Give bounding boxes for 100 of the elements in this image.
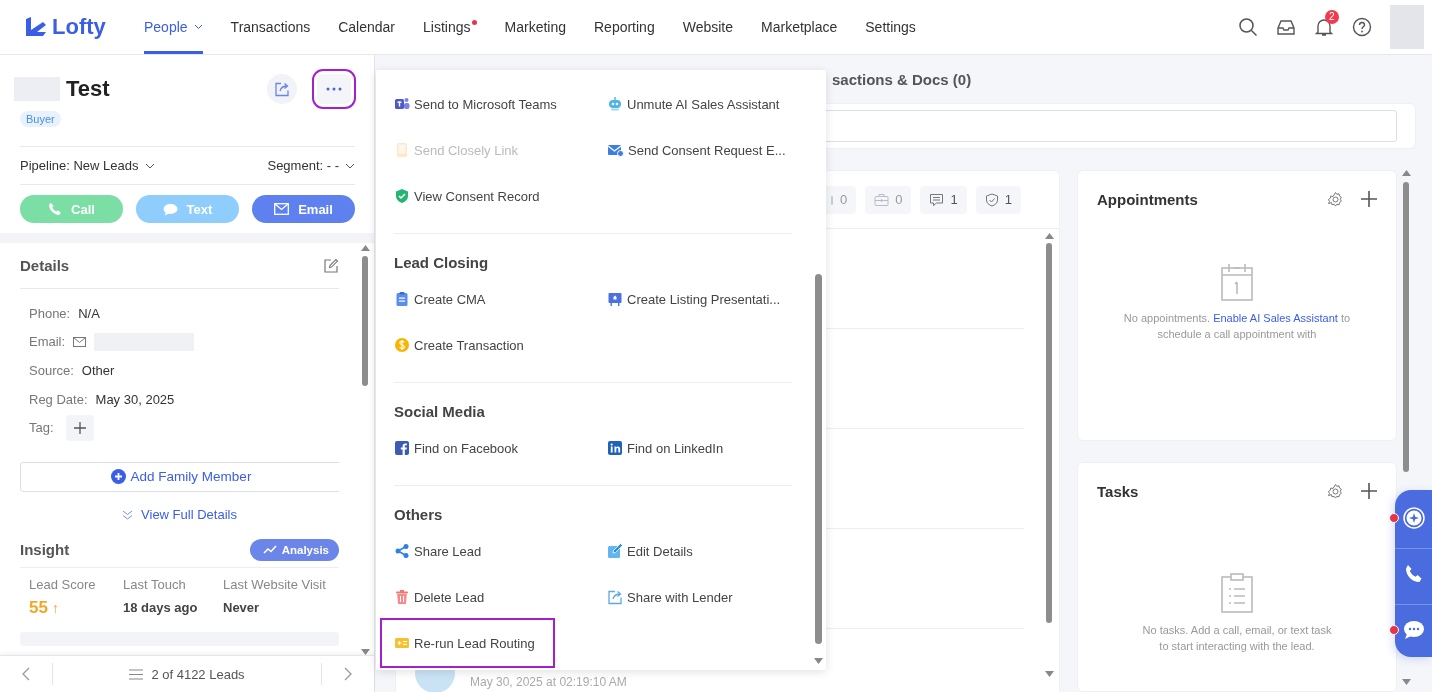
stat-label: Last Touch bbox=[123, 576, 187, 592]
add-tag-button[interactable] bbox=[65, 414, 94, 441]
shield-icon bbox=[984, 192, 999, 207]
scrollbar[interactable] bbox=[359, 243, 371, 655]
trend-icon bbox=[262, 545, 277, 555]
inbox-icon[interactable] bbox=[1276, 17, 1296, 37]
lead-score: 55 bbox=[29, 597, 48, 618]
scroll-down-icon bbox=[1044, 671, 1054, 677]
counter-chip[interactable]: 1 bbox=[920, 185, 967, 214]
field-value: N/A bbox=[78, 305, 100, 321]
scroll-up-icon bbox=[1401, 170, 1411, 176]
scrollbar[interactable] bbox=[1400, 170, 1412, 685]
menu-item[interactable]: Re-run Lead Routing bbox=[382, 620, 553, 666]
nav-tab[interactable]: Marketplace bbox=[761, 0, 838, 54]
menu-item[interactable]: Create Transaction bbox=[382, 322, 542, 368]
dollar-coin-icon bbox=[394, 337, 410, 353]
plus-circle-icon bbox=[110, 469, 126, 485]
section-title: Details bbox=[20, 257, 70, 274]
pipeline-dropdown[interactable]: Pipeline: New Leads bbox=[20, 158, 155, 173]
nav-tab[interactable]: Reporting bbox=[594, 0, 655, 54]
help-icon[interactable] bbox=[1352, 17, 1372, 37]
counter-chip[interactable]: 1 bbox=[975, 185, 1021, 214]
linkedin-icon bbox=[607, 440, 623, 456]
settings-icon[interactable] bbox=[1327, 482, 1344, 500]
share-button[interactable] bbox=[267, 73, 297, 104]
easel-icon bbox=[607, 291, 623, 307]
list-icon bbox=[129, 668, 144, 680]
shield-check-icon bbox=[394, 188, 410, 204]
chat-bubble-icon bbox=[162, 202, 178, 216]
enable-assistant-link[interactable]: Enable AI Sales Assistant bbox=[1213, 312, 1338, 324]
section-title: sactions & Docs (0) bbox=[832, 70, 972, 88]
nav-tab[interactable]: Website bbox=[682, 0, 733, 54]
menu-item[interactable]: Edit Details bbox=[595, 528, 711, 574]
double-chevron-icon bbox=[122, 509, 134, 520]
trash-icon bbox=[394, 589, 410, 605]
menu-item[interactable]: Send Consent Request E... bbox=[595, 127, 804, 173]
scroll-down-icon bbox=[813, 658, 823, 664]
stat-value: Never bbox=[223, 600, 260, 616]
add-family-member-button[interactable]: Add Family Member bbox=[20, 461, 339, 492]
clipboard-icon bbox=[1221, 573, 1253, 613]
chat-bubble-icon[interactable] bbox=[1402, 619, 1425, 640]
email-button[interactable]: Email bbox=[252, 195, 355, 223]
menu-section-title: Social Media bbox=[394, 401, 486, 422]
scroll-up-icon bbox=[360, 245, 370, 251]
plus-icon[interactable] bbox=[1361, 483, 1377, 499]
field-label: Reg Date: bbox=[29, 391, 88, 407]
caret-icon bbox=[144, 162, 155, 169]
section-title: Insight bbox=[20, 541, 70, 559]
field-value: May 30, 2025 bbox=[95, 391, 175, 407]
menu-item[interactable]: Create Listing Presentati... bbox=[595, 276, 799, 322]
calendar-icon bbox=[1221, 263, 1253, 301]
export-icon bbox=[607, 589, 623, 605]
menu-item[interactable]: Delete Lead bbox=[382, 574, 503, 620]
nav-tab[interactable]: Listings bbox=[423, 0, 477, 54]
phone-icon[interactable] bbox=[1403, 563, 1424, 584]
stat-label: Last Website Visit bbox=[223, 576, 326, 592]
edit-icon bbox=[607, 543, 623, 559]
menu-item[interactable]: Find on Facebook bbox=[382, 425, 537, 471]
share-icon bbox=[394, 543, 410, 559]
caret-icon bbox=[193, 24, 203, 30]
menu-item[interactable]: Share with Lender bbox=[595, 574, 751, 620]
field-value: Other bbox=[81, 363, 115, 378]
segment-dropdown[interactable]: Segment: - - bbox=[267, 158, 355, 173]
menu-item[interactable]: View Consent Record bbox=[382, 173, 558, 219]
chevron-right-icon bbox=[344, 667, 352, 681]
facebook-icon bbox=[394, 440, 410, 456]
nav-tab[interactable]: Transactions bbox=[230, 0, 311, 54]
export-icon bbox=[274, 80, 290, 97]
nav-tab[interactable]: Calendar bbox=[338, 0, 396, 54]
new-dot bbox=[471, 20, 477, 25]
menu-item[interactable]: Share Lead bbox=[382, 528, 500, 574]
field-label: Tag: bbox=[29, 420, 54, 436]
nav-tab[interactable]: Marketing bbox=[504, 0, 566, 54]
empty-state-text: No appointments. Enable AI Sales Assistant to schedule a call appointment with bbox=[1122, 311, 1352, 342]
settings-icon[interactable] bbox=[1327, 190, 1344, 208]
caret-icon bbox=[345, 162, 355, 169]
scroll-down-icon bbox=[1401, 679, 1411, 685]
menu-item[interactable]: Send to Microsoft Teams bbox=[382, 81, 575, 127]
tablet-icon bbox=[394, 142, 410, 158]
view-full-details-link[interactable]: View Full Details bbox=[20, 502, 339, 527]
search-icon[interactable] bbox=[1238, 17, 1258, 37]
menu-section-title: Others bbox=[394, 504, 444, 525]
edit-icon[interactable] bbox=[323, 257, 339, 274]
card-title: Appointments bbox=[1097, 190, 1198, 208]
briefcase-icon bbox=[874, 192, 890, 207]
menu-item[interactable]: Find on LinkedIn bbox=[595, 425, 742, 471]
nav-tab[interactable]: Settings bbox=[865, 0, 916, 54]
menu-item[interactable]: Create CMA bbox=[382, 276, 504, 322]
clipboard-icon bbox=[394, 291, 410, 307]
menu-section-title: Lead Closing bbox=[394, 252, 490, 273]
stat-label: Lead Score bbox=[29, 576, 97, 592]
more-icon bbox=[326, 86, 342, 91]
logo-icon bbox=[24, 16, 48, 38]
menu-item[interactable]: Unmute AI Sales Assistant bbox=[595, 81, 798, 127]
scroll-down-icon bbox=[360, 649, 370, 655]
plus-icon[interactable] bbox=[1361, 191, 1377, 207]
field-label: Phone: bbox=[29, 305, 71, 321]
robot-icon bbox=[607, 96, 623, 112]
sparkle-icon[interactable] bbox=[1402, 506, 1425, 529]
stat-value: 18 days ago bbox=[123, 600, 198, 616]
